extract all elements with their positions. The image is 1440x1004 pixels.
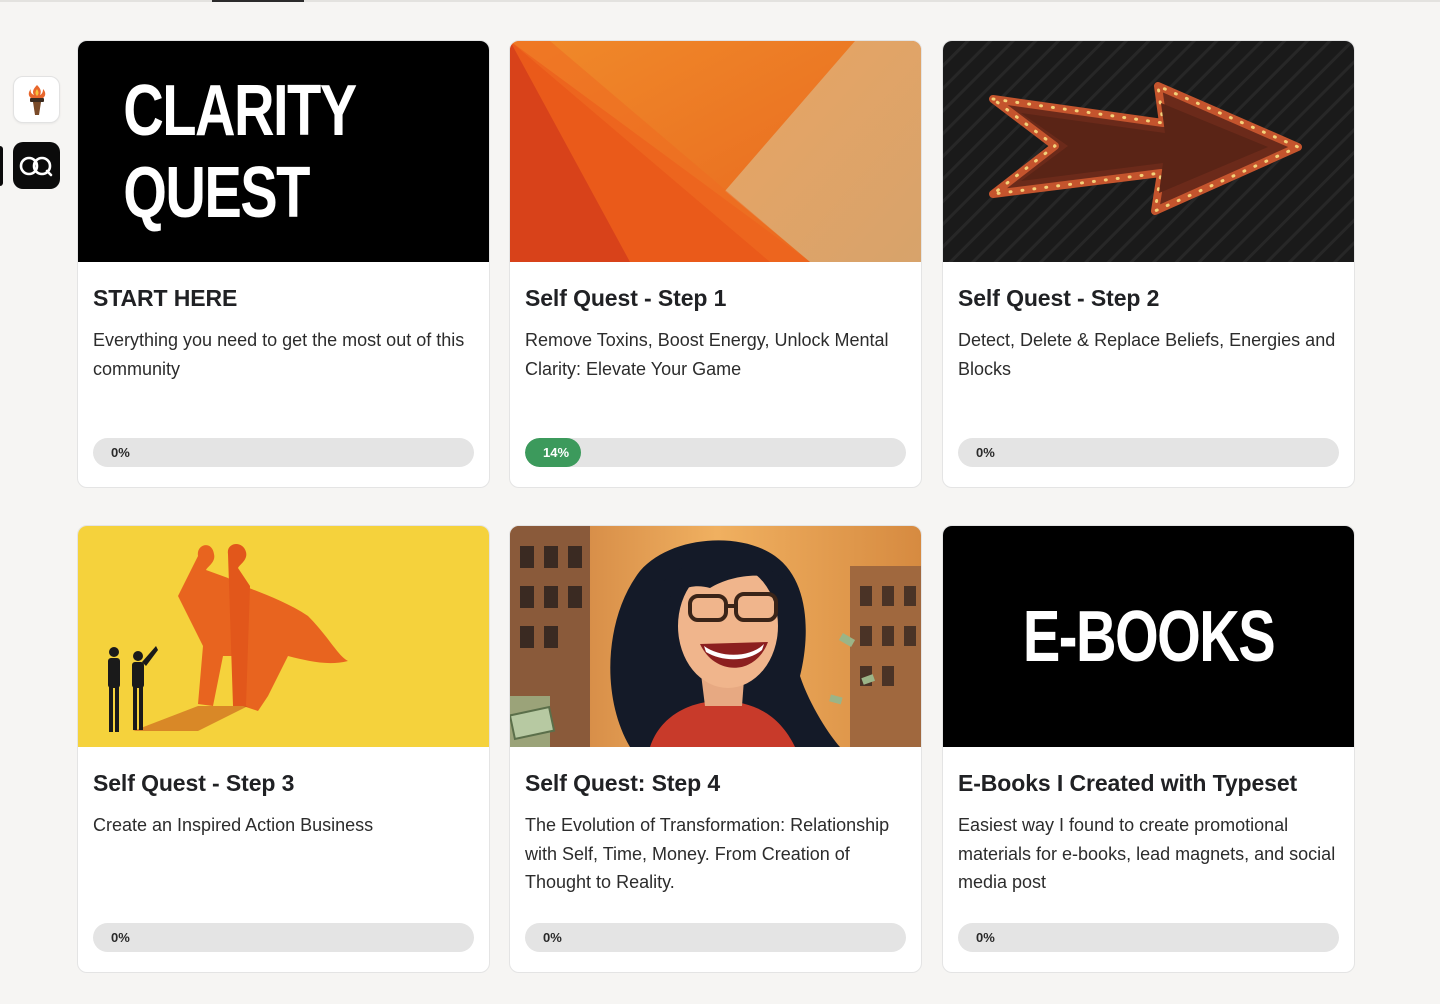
course-description: Easiest way I found to create promotiona… [958, 815, 1336, 892]
course-cover [78, 526, 489, 747]
course-title: E-Books I Created with Typeset [958, 770, 1298, 796]
course-card-self-quest-step-2[interactable]: Self Quest - Step 2 Detect, Delete & Rep… [942, 40, 1355, 488]
course-title: Self Quest - Step 1 [525, 285, 727, 311]
course-description: Create an Inspired Action Business [93, 815, 374, 835]
course-card-e-books[interactable]: E-BOOKS E-Books I Created with Typeset E… [942, 525, 1355, 973]
active-community-indicator [0, 146, 3, 186]
course-card-self-quest-step-4[interactable]: Self Quest: Step 4 The Evolution of Tran… [509, 525, 922, 973]
progress-bar: 0% [525, 923, 906, 952]
cover-wordmark: E-BOOKS [1022, 596, 1276, 677]
course-cover [510, 526, 921, 747]
progress-bar: 14% [525, 438, 906, 467]
course-cover: CLARITY QUEST [78, 41, 489, 262]
progress-label: 0% [111, 930, 130, 945]
progress-label: 0% [543, 930, 562, 945]
progress-bar: 0% [93, 438, 474, 467]
progress-bar: 0% [958, 923, 1339, 952]
orange-abstract-cover [510, 41, 921, 262]
top-nav-border [0, 0, 1440, 2]
course-description: Remove Toxins, Boost Energy, Unlock Ment… [525, 330, 889, 379]
hero-shadow-cover [78, 526, 489, 747]
course-card-self-quest-step-3[interactable]: Self Quest - Step 3 Create an Inspired A… [77, 525, 490, 973]
marquee-arrow-cover [943, 41, 1354, 262]
course-title: START HERE [93, 285, 238, 311]
course-description: The Evolution of Transformation: Relatio… [525, 815, 890, 892]
course-title: Self Quest - Step 2 [958, 285, 1160, 311]
active-tab-indicator [212, 0, 304, 2]
progress-label: 0% [976, 445, 995, 460]
torch-icon [28, 84, 45, 115]
progress-bar: 0% [93, 923, 474, 952]
community-switch-torch[interactable] [13, 76, 60, 123]
course-title: Self Quest: Step 4 [525, 770, 721, 796]
cover-wordmark: CLARITY QUEST [123, 70, 356, 233]
course-cover: E-BOOKS [943, 526, 1354, 747]
course-card-start-here[interactable]: CLARITY QUEST START HERE Everything you … [77, 40, 490, 488]
course-card-self-quest-step-1[interactable]: Self Quest - Step 1 Remove Toxins, Boost… [509, 40, 922, 488]
course-title: Self Quest - Step 3 [93, 770, 295, 796]
course-cover [510, 41, 921, 262]
course-cover [943, 41, 1354, 262]
progress-bar: 0% [958, 438, 1339, 467]
progress-label: 0% [976, 930, 995, 945]
course-description: Everything you need to get the most out … [93, 330, 465, 379]
progress-label: 0% [111, 445, 130, 460]
progress-label: 14% [543, 445, 570, 460]
community-switch-oq[interactable] [13, 142, 60, 189]
comic-woman-cover [510, 526, 921, 747]
course-description: Detect, Delete & Replace Beliefs, Energi… [958, 330, 1336, 379]
oq-logo-icon [19, 156, 52, 176]
